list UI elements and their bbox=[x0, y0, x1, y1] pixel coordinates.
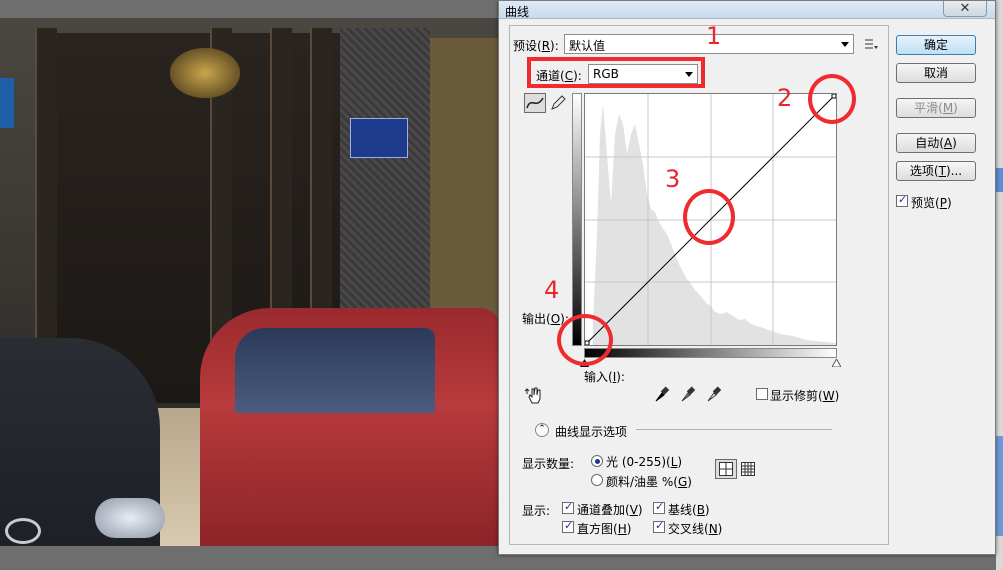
baseline-label: 基线(B) bbox=[668, 503, 710, 517]
pigment-label: 颜料/油墨 %(G) bbox=[606, 475, 692, 489]
grid-10-icon[interactable] bbox=[741, 462, 755, 476]
collapse-chevron-icon[interactable]: ⌃ bbox=[535, 423, 549, 437]
blue-sign bbox=[350, 118, 408, 158]
gray-eyedropper-icon[interactable] bbox=[680, 385, 696, 403]
show-amount-label: 显示数量: bbox=[522, 457, 575, 471]
pencil-tool-icon[interactable] bbox=[550, 95, 566, 111]
preview-checkbox[interactable] bbox=[896, 193, 908, 207]
baseline-checkbox[interactable] bbox=[653, 500, 665, 514]
section-divider bbox=[636, 429, 832, 430]
light-radio[interactable] bbox=[591, 455, 603, 467]
grid-4-icon[interactable] bbox=[715, 459, 737, 479]
preset-value: 默认值 bbox=[569, 39, 606, 53]
dialog-title: 曲线 bbox=[505, 5, 530, 19]
output-gradient-bar bbox=[572, 93, 582, 346]
light-label: 光 (0-255)(L) bbox=[606, 455, 683, 469]
preset-menu-icon[interactable] bbox=[864, 38, 878, 50]
red-car-window bbox=[235, 328, 435, 413]
show-clipping-checkbox[interactable] bbox=[756, 388, 768, 400]
ok-button[interactable]: 确定 bbox=[896, 35, 976, 55]
annotation-number-1: 1 bbox=[706, 22, 722, 50]
show-label: 显示: bbox=[522, 504, 551, 518]
options-button[interactable]: 选项(T)... bbox=[896, 161, 976, 181]
smooth-button[interactable]: 平滑(M) bbox=[896, 98, 976, 118]
panel-highlight bbox=[996, 436, 1003, 536]
right-panel-strip bbox=[996, 0, 1003, 570]
annotation-number-4: 4 bbox=[544, 276, 560, 304]
granite-wall bbox=[340, 28, 430, 328]
chevron-down-icon bbox=[841, 42, 849, 47]
annotation-circle-4 bbox=[557, 314, 613, 366]
preview-label: 预览(P) bbox=[911, 196, 952, 210]
intersection-label: 交叉线(N) bbox=[668, 522, 723, 536]
dialog-titlebar[interactable]: 曲线 ✕ bbox=[499, 1, 995, 19]
input-label: 输入(I): bbox=[584, 370, 625, 384]
car-logo bbox=[5, 518, 41, 544]
annotation-circle-2 bbox=[808, 74, 856, 124]
hand-adjust-icon[interactable] bbox=[524, 385, 544, 405]
car-headlight bbox=[95, 498, 165, 538]
annotation-number-3: 3 bbox=[665, 165, 681, 193]
white-eyedropper-icon[interactable] bbox=[706, 385, 722, 403]
cancel-button[interactable]: 取消 bbox=[896, 63, 976, 83]
curve-display-options-label: 曲线显示选项 bbox=[555, 425, 628, 439]
auto-button[interactable]: 自动(A) bbox=[896, 133, 976, 153]
background-photo bbox=[0, 18, 500, 546]
annotation-box-1 bbox=[527, 57, 705, 88]
curve-tool-icon[interactable] bbox=[524, 93, 546, 113]
chandelier bbox=[170, 48, 240, 98]
shop-window bbox=[430, 38, 500, 318]
histogram-label: 直方图(H) bbox=[577, 522, 632, 536]
channel-overlays-checkbox[interactable] bbox=[562, 500, 574, 514]
preset-label: 预设(R): bbox=[513, 39, 559, 53]
black-eyedropper-icon[interactable] bbox=[654, 385, 670, 403]
blue-sign-left bbox=[0, 78, 14, 128]
histogram-checkbox[interactable] bbox=[562, 519, 574, 533]
close-icon: ✕ bbox=[959, 1, 971, 16]
white-slider-triangle-icon[interactable] bbox=[832, 359, 841, 367]
channel-overlays-label: 通道叠加(V) bbox=[577, 503, 643, 517]
intersection-checkbox[interactable] bbox=[653, 519, 665, 533]
annotation-circle-3 bbox=[683, 189, 735, 245]
close-button[interactable]: ✕ bbox=[943, 1, 987, 17]
show-clipping-label: 显示修剪(W) bbox=[770, 389, 840, 403]
annotation-number-2: 2 bbox=[777, 84, 793, 112]
panel-highlight bbox=[996, 168, 1003, 192]
input-gradient-bar bbox=[584, 348, 837, 358]
pigment-radio[interactable] bbox=[591, 474, 603, 486]
